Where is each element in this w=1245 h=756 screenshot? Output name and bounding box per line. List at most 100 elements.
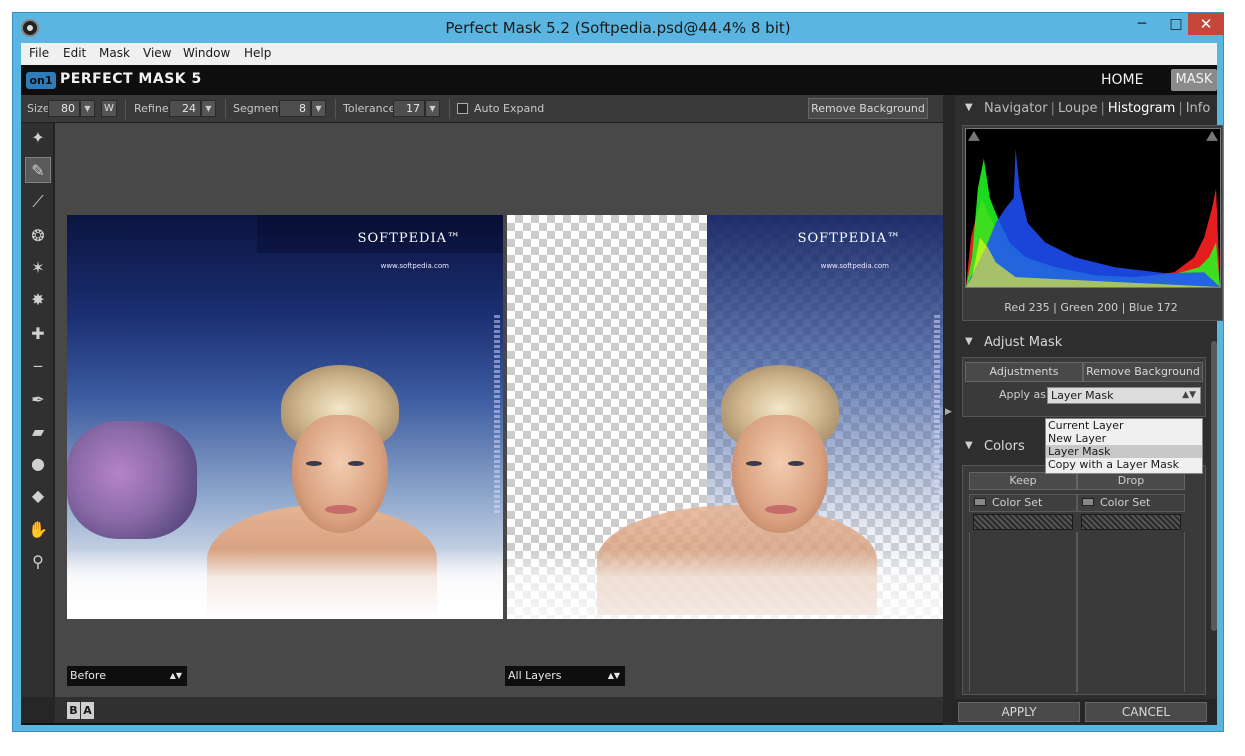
softpedia-url: www.softpedia.com [380, 262, 449, 270]
magic-wand-icon[interactable]: ✶ [25, 255, 51, 281]
after-toggle-button[interactable]: A [81, 702, 94, 719]
option-layer-mask[interactable]: Layer Mask [1046, 445, 1202, 458]
collapse-arrow-icon[interactable]: ▶ [945, 407, 952, 417]
option-current-layer[interactable]: Current Layer [1046, 419, 1202, 432]
minimize-button[interactable]: ─ [1125, 13, 1159, 35]
segment-field[interactable]: 8 [279, 100, 311, 117]
keep-color-swatch[interactable] [973, 514, 1073, 530]
separator [225, 99, 226, 119]
keep-brush-icon[interactable]: ✦ [25, 125, 51, 151]
white-foreground [507, 549, 943, 619]
menu-file[interactable]: File [29, 46, 49, 60]
tolerance-field[interactable]: 17 [393, 100, 425, 117]
auto-expand-label: Auto Expand [474, 102, 545, 115]
segment-dropdown[interactable]: ▼ [311, 100, 326, 117]
menu-help[interactable]: Help [244, 46, 271, 60]
colors-panel: Keep Drop Color Set Color Set [962, 465, 1206, 695]
drop-color-list[interactable] [1077, 532, 1185, 692]
panel-scrollbar[interactable] [1211, 341, 1217, 631]
eye [746, 461, 762, 466]
softpedia-url: www.softpedia.com [820, 262, 889, 270]
menu-mask[interactable]: Mask [99, 46, 130, 60]
tab-info[interactable]: Info [1186, 101, 1211, 116]
color-set-toggle-icon[interactable] [974, 498, 986, 506]
bucket-icon[interactable]: ◆ [25, 483, 51, 509]
panel-footer: APPLY CANCEL [955, 699, 1217, 725]
face [292, 415, 388, 533]
keep-color-list[interactable] [969, 532, 1077, 692]
navigator-panel-header: ▼ Navigator | Loupe | Histogram | Info [955, 95, 1217, 123]
zoom-icon[interactable]: ⚲ [25, 549, 51, 575]
before-view-select[interactable]: Before ▲▼ [67, 666, 187, 686]
blur-icon[interactable]: ● [25, 451, 51, 477]
window-border [21, 725, 1217, 731]
adjust-mask-header[interactable]: ▼ Adjust Mask [955, 329, 1217, 357]
keep-column-header: Keep [969, 472, 1077, 490]
menu-window[interactable]: Window [183, 46, 230, 60]
hand-icon[interactable]: ✋ [25, 517, 51, 543]
right-panel: ▼ Navigator | Loupe | Histogram | Info Red 235… [955, 95, 1223, 725]
smart-brush-icon[interactable]: ✎ [25, 157, 51, 183]
histogram-blue [966, 148, 1220, 287]
collapse-triangle-icon[interactable]: ▼ [965, 440, 973, 451]
before-toggle-button[interactable]: B [67, 702, 80, 719]
keep-eyedropper-icon[interactable]: ✚ [25, 321, 51, 347]
magic-brush-icon[interactable]: ❂ [25, 223, 51, 249]
eye [788, 461, 804, 466]
eraser-icon[interactable]: ▰ [25, 419, 51, 445]
color-set-toggle-icon[interactable] [1082, 498, 1094, 506]
tab-loupe[interactable]: Loupe [1058, 101, 1097, 116]
brand-name: PERFECT MASK 5 [60, 71, 202, 87]
splatter-icon[interactable]: ✸ [25, 287, 51, 313]
keep-color-set[interactable]: Color Set [969, 494, 1077, 512]
before-preview[interactable]: SOFTPEDIA™ www.softpedia.com [67, 215, 503, 619]
histogram-graph [965, 128, 1221, 288]
pen-icon[interactable]: ✒ [25, 387, 51, 413]
apply-as-label: Apply as [999, 388, 1047, 401]
apply-as-dropdown: Current Layer New Layer Layer Mask Copy … [1045, 418, 1203, 474]
tab-histogram[interactable]: Histogram [1108, 101, 1175, 116]
segment-label: Segment [233, 102, 283, 115]
eye [306, 461, 322, 466]
eyedropper-icon[interactable]: ⟋ [25, 189, 51, 215]
collapse-triangle-icon[interactable]: ▼ [965, 102, 973, 113]
size-dropdown[interactable]: ▼ [80, 100, 95, 117]
adjustments-button[interactable]: Adjustments [965, 362, 1083, 382]
after-view-select[interactable]: All Layers ▲▼ [505, 666, 625, 686]
option-new-layer[interactable]: New Layer [1046, 432, 1202, 445]
refine-field[interactable]: 24 [169, 100, 201, 117]
after-preview[interactable]: SOFTPEDIA™ www.softpedia.com [507, 215, 943, 619]
eye [348, 461, 364, 466]
refine-dropdown[interactable]: ▼ [201, 100, 216, 117]
before-after-bar: B A [55, 697, 943, 723]
auto-expand-checkbox[interactable] [457, 103, 468, 114]
apply-button[interactable]: APPLY [958, 702, 1080, 722]
remove-background-panel-button[interactable]: Remove Background [1083, 362, 1203, 382]
close-button[interactable]: ✕ [1188, 13, 1224, 35]
menu-view[interactable]: View [143, 46, 171, 60]
w-button[interactable]: W [101, 100, 117, 117]
option-copy-with-layer-mask[interactable]: Copy with a Layer Mask [1046, 458, 1202, 471]
collapse-triangle-icon[interactable]: ▼ [965, 336, 973, 347]
separator [335, 99, 336, 119]
drop-eyedropper-icon[interactable]: ‒ [25, 353, 51, 379]
canvas-area[interactable]: SOFTPEDIA™ www.softpedia.com SOFTPEDIA™ … [55, 123, 943, 697]
title-bar[interactable]: Perfect Mask 5.2 (Softpedia.psd@44.4% 8 … [13, 13, 1224, 43]
apply-as-select[interactable]: Layer Mask ▲▼ [1047, 387, 1201, 404]
separator [125, 99, 126, 119]
size-label: Size [27, 102, 50, 115]
cancel-button[interactable]: CANCEL [1085, 702, 1207, 722]
size-field[interactable]: 80 [48, 100, 80, 117]
remove-background-button[interactable]: Remove Background [808, 98, 928, 119]
tool-strip: ✦ ✎ ⟋ ❂ ✶ ✸ ✚ ‒ ✒ ▰ ● ◆ ✋ ⚲ [21, 123, 54, 697]
nav-home[interactable]: HOME [1101, 72, 1143, 88]
drop-color-set[interactable]: Color Set [1077, 494, 1185, 512]
app-window: Perfect Mask 5.2 (Softpedia.psd@44.4% 8 … [12, 12, 1224, 732]
tolerance-dropdown[interactable]: ▼ [425, 100, 440, 117]
nav-mask[interactable]: MASK [1171, 69, 1217, 91]
workspace: Size 80 ▼ W Refine 24 ▼ Segment 8 ▼ Tole… [21, 95, 1223, 725]
tab-navigator[interactable]: Navigator [984, 101, 1048, 116]
menu-edit[interactable]: Edit [63, 46, 86, 60]
drop-color-swatch[interactable] [1081, 514, 1181, 530]
panel-divider[interactable]: ▶ [943, 95, 955, 725]
